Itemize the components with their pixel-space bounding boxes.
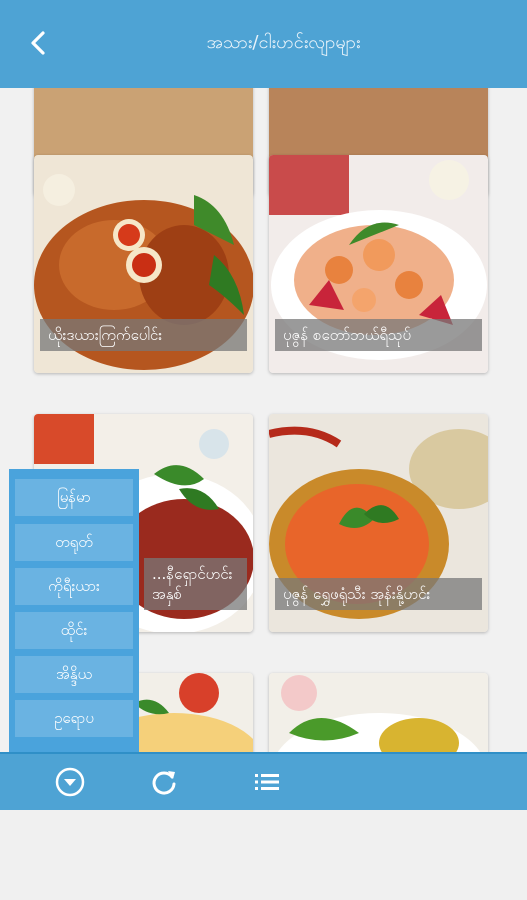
bottom-blank-area: [0, 810, 527, 900]
recipe-image: [269, 673, 488, 752]
category-dropdown-button[interactable]: [54, 766, 86, 798]
recipe-caption: ယိုးဒယားကြက်ပေါင်း: [40, 319, 247, 351]
language-item-indian[interactable]: အိန္ဒိယ: [15, 656, 133, 693]
list-icon: [255, 774, 279, 790]
recipe-caption: ပုဇွန် စတော်ဘယ်ရီသုပ်: [275, 319, 482, 351]
refresh-button[interactable]: [148, 766, 180, 798]
language-menu: မြန်မာ တရုတ် ကိုရီးယား ထိုင်း အိန္ဒိယ ဥရ…: [9, 469, 139, 752]
recipe-caption: ...နီရှောင်ဟင်း အနှစ်: [144, 558, 247, 610]
language-item-european[interactable]: ဥရောပ: [15, 700, 133, 737]
recipe-card[interactable]: ပုဇွန် ရွှေဖရုံသီး အုန်းနို့ဟင်း: [269, 414, 488, 632]
language-item-myanmar[interactable]: မြန်မာ: [15, 479, 133, 516]
recipe-card[interactable]: ယိုးဒယားကြက်ပေါင်း: [34, 155, 253, 373]
language-item-chinese[interactable]: တရုတ်: [15, 524, 133, 561]
recipe-caption: ပုဇွန် ရွှေဖရုံသီး အုန်းနို့ဟင်း: [275, 578, 482, 610]
chevron-left-icon: [31, 31, 45, 55]
language-item-thai[interactable]: ထိုင်း: [15, 612, 133, 649]
recipe-card[interactable]: ပုဇွန် စတော်ဘယ်ရီသုပ်: [269, 155, 488, 373]
language-item-korean[interactable]: ကိုရီးယား: [15, 568, 133, 605]
app-header: အသား/ငါးဟင်းလျာများ: [0, 0, 527, 88]
back-button[interactable]: [24, 28, 54, 58]
page-title: အသား/ငါးဟင်းလျာများ: [206, 32, 361, 53]
bottom-toolbar: [0, 752, 527, 810]
chevron-down-circle-icon: [55, 767, 85, 797]
list-view-button[interactable]: [251, 766, 283, 798]
refresh-icon: [152, 771, 176, 795]
recipe-card[interactable]: [269, 673, 488, 752]
